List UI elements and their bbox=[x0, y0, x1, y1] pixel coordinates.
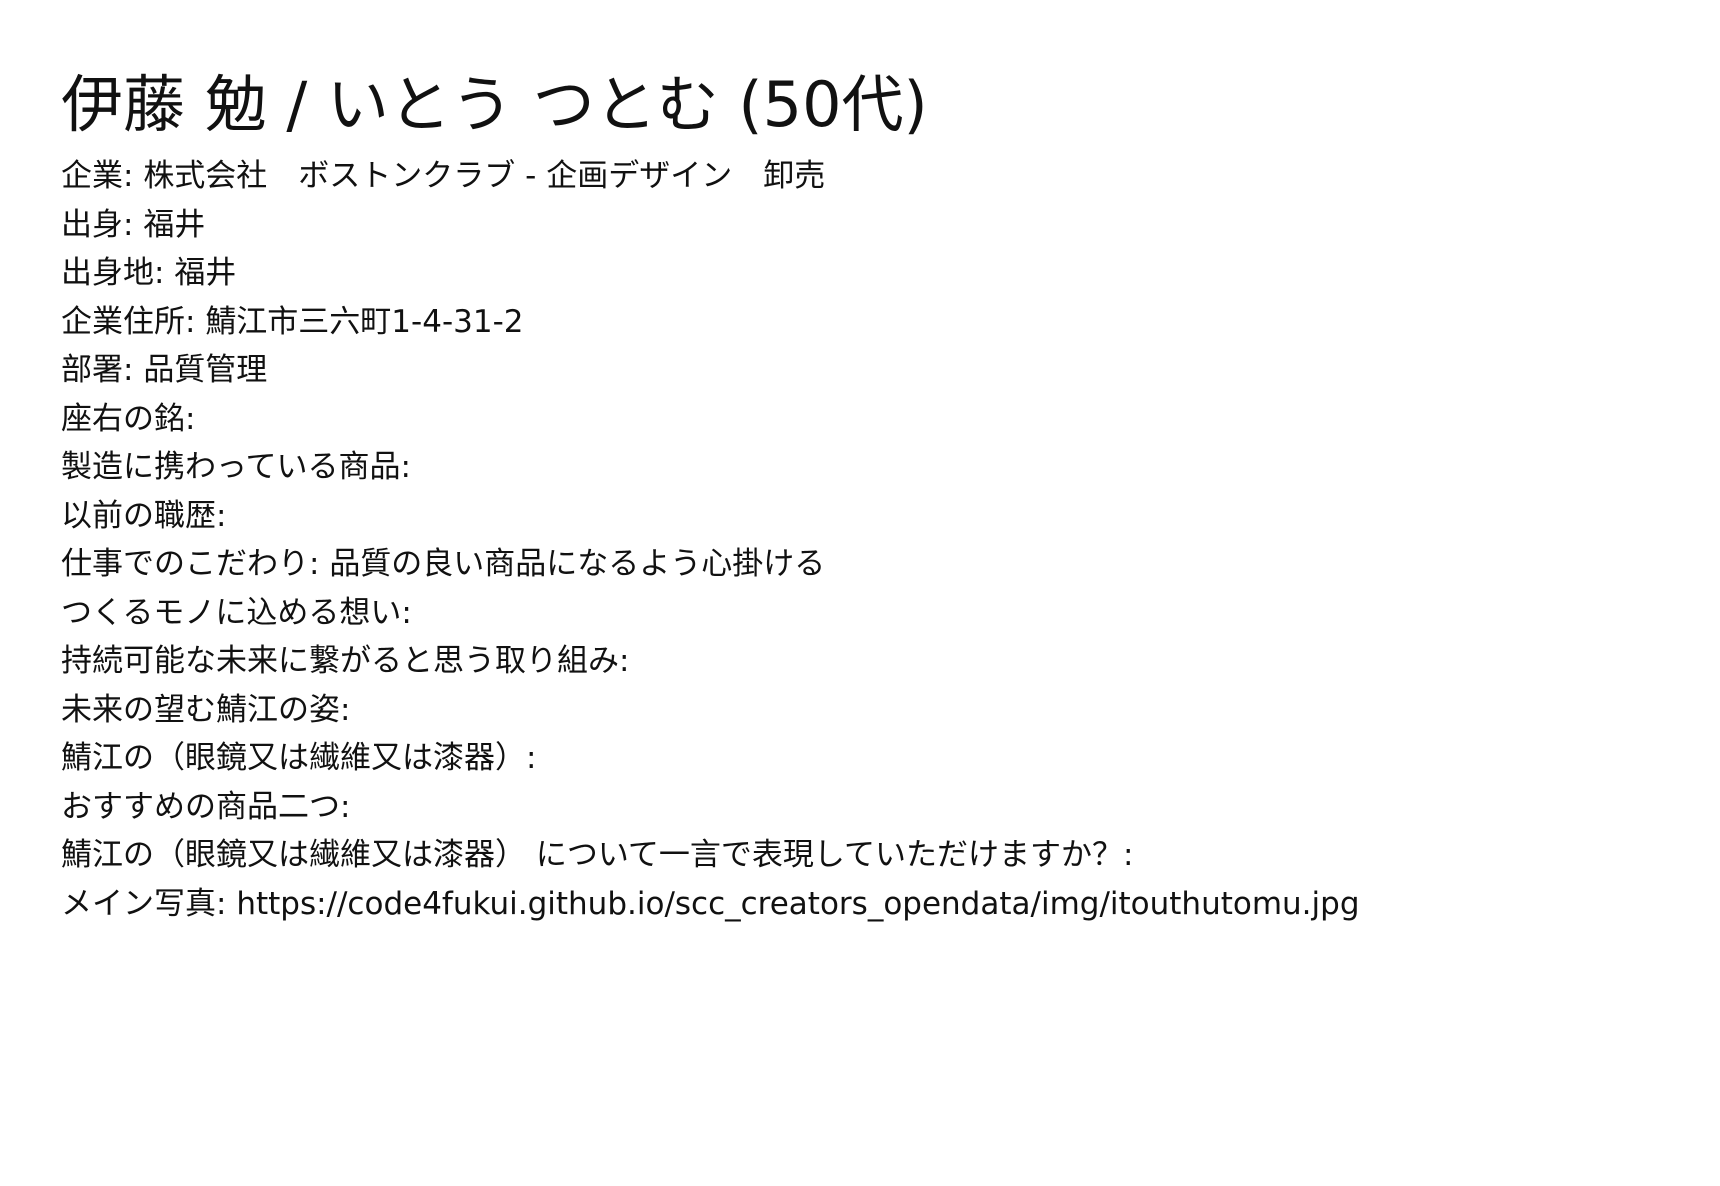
field-separator: : bbox=[123, 158, 144, 194]
field-label: 出身地 bbox=[61, 255, 154, 291]
field-separator: : bbox=[185, 400, 196, 437]
field-separator: : bbox=[123, 206, 144, 243]
profile-title: 伊藤 勉 / いとう つとむ (50代) bbox=[61, 68, 928, 141]
profile-field-list: 企業: 株式会社 ボストンクラブ - 企画デザイン 卸売 出身: 福井 出身地:… bbox=[61, 152, 1720, 928]
field-value: https://code4fukui.github.io/scc_creator… bbox=[236, 885, 1360, 922]
field-sabae-industry: 鯖江の（眼鏡又は繊維又は漆器）: bbox=[61, 734, 1720, 783]
profile-page: 伊藤 勉 / いとう つとむ (50代) 企業: 株式会社 ボストンクラブ - … bbox=[0, 0, 1720, 1186]
field-value: 品質管理 bbox=[143, 352, 268, 388]
field-separator: : bbox=[340, 788, 351, 825]
field-separator: : bbox=[216, 497, 227, 534]
field-company: 企業: 株式会社 ボストンクラブ - 企画デザイン 卸売 bbox=[61, 152, 1720, 201]
field-department: 部署: 品質管理 bbox=[61, 346, 1720, 395]
field-main-photo: メイン写真: https://code4fukui.github.io/scc_… bbox=[61, 880, 1720, 929]
field-separator: : bbox=[526, 740, 537, 776]
field-separator: : bbox=[123, 352, 144, 388]
field-label: 仕事でのこだわり bbox=[61, 546, 309, 582]
field-label: 未来の望む鯖江の姿 bbox=[61, 691, 340, 728]
field-company-address: 企業住所: 鯖江市三六町1-4-31-2 bbox=[61, 298, 1720, 347]
field-label: 製造に携わっている商品 bbox=[61, 449, 401, 485]
field-recommended-products: おすすめの商品二つ: bbox=[61, 783, 1720, 832]
field-separator: : bbox=[1123, 837, 1134, 873]
field-birthplace: 出身地: 福井 bbox=[61, 249, 1720, 298]
field-separator: : bbox=[185, 303, 206, 340]
field-separator: : bbox=[340, 691, 351, 728]
field-value: 福井 bbox=[143, 206, 206, 243]
field-previous-career: 以前の職歴: bbox=[61, 492, 1720, 541]
field-label: 持続可能な未来に繋がると思う取り組み bbox=[61, 643, 619, 679]
field-separator: : bbox=[216, 885, 237, 922]
field-label: つくるモノに込める想い bbox=[61, 594, 402, 631]
field-label: 以前の職歴 bbox=[61, 497, 216, 534]
field-value: 鯖江市三六町1-4-31-2 bbox=[205, 303, 524, 340]
field-label: 座右の銘 bbox=[61, 400, 185, 437]
field-label: おすすめの商品二つ bbox=[61, 788, 340, 825]
field-value: 株式会社 ボストンクラブ - 企画デザイン 卸売 bbox=[143, 158, 826, 194]
field-separator: : bbox=[154, 255, 175, 291]
field-separator: : bbox=[309, 546, 330, 582]
field-sabae-in-a-word: 鯖江の（眼鏡又は繊維又は漆器） について一言で表現していただけますか？: bbox=[61, 831, 1720, 880]
field-label: 企業住所 bbox=[61, 303, 185, 340]
field-products-made: 製造に携わっている商品: bbox=[61, 443, 1720, 492]
field-label: 部署 bbox=[61, 352, 123, 388]
field-label: 企業 bbox=[61, 158, 123, 194]
field-separator: : bbox=[400, 449, 411, 485]
field-label: 出身 bbox=[61, 206, 123, 243]
field-future-sabae: 未来の望む鯖江の姿: bbox=[61, 686, 1720, 735]
field-label: メイン写真 bbox=[61, 885, 216, 922]
field-value: 品質の良い商品になるよう心掛ける bbox=[329, 546, 826, 582]
field-value: 福井 bbox=[174, 255, 237, 291]
field-motto: 座右の銘: bbox=[61, 395, 1720, 444]
field-label: 鯖江の（眼鏡又は繊維又は漆器） について一言で表現していただけますか？ bbox=[61, 837, 1123, 873]
field-work-commitment: 仕事でのこだわり: 品質の良い商品になるよう心掛ける bbox=[61, 540, 1720, 589]
field-separator: : bbox=[401, 594, 412, 631]
field-label: 鯖江の（眼鏡又は繊維又は漆器） bbox=[61, 740, 526, 776]
field-separator: : bbox=[619, 643, 630, 679]
field-craft-thoughts: つくるモノに込める想い: bbox=[61, 589, 1720, 638]
field-sustainability: 持続可能な未来に繋がると思う取り組み: bbox=[61, 637, 1720, 686]
field-origin: 出身: 福井 bbox=[61, 201, 1720, 250]
